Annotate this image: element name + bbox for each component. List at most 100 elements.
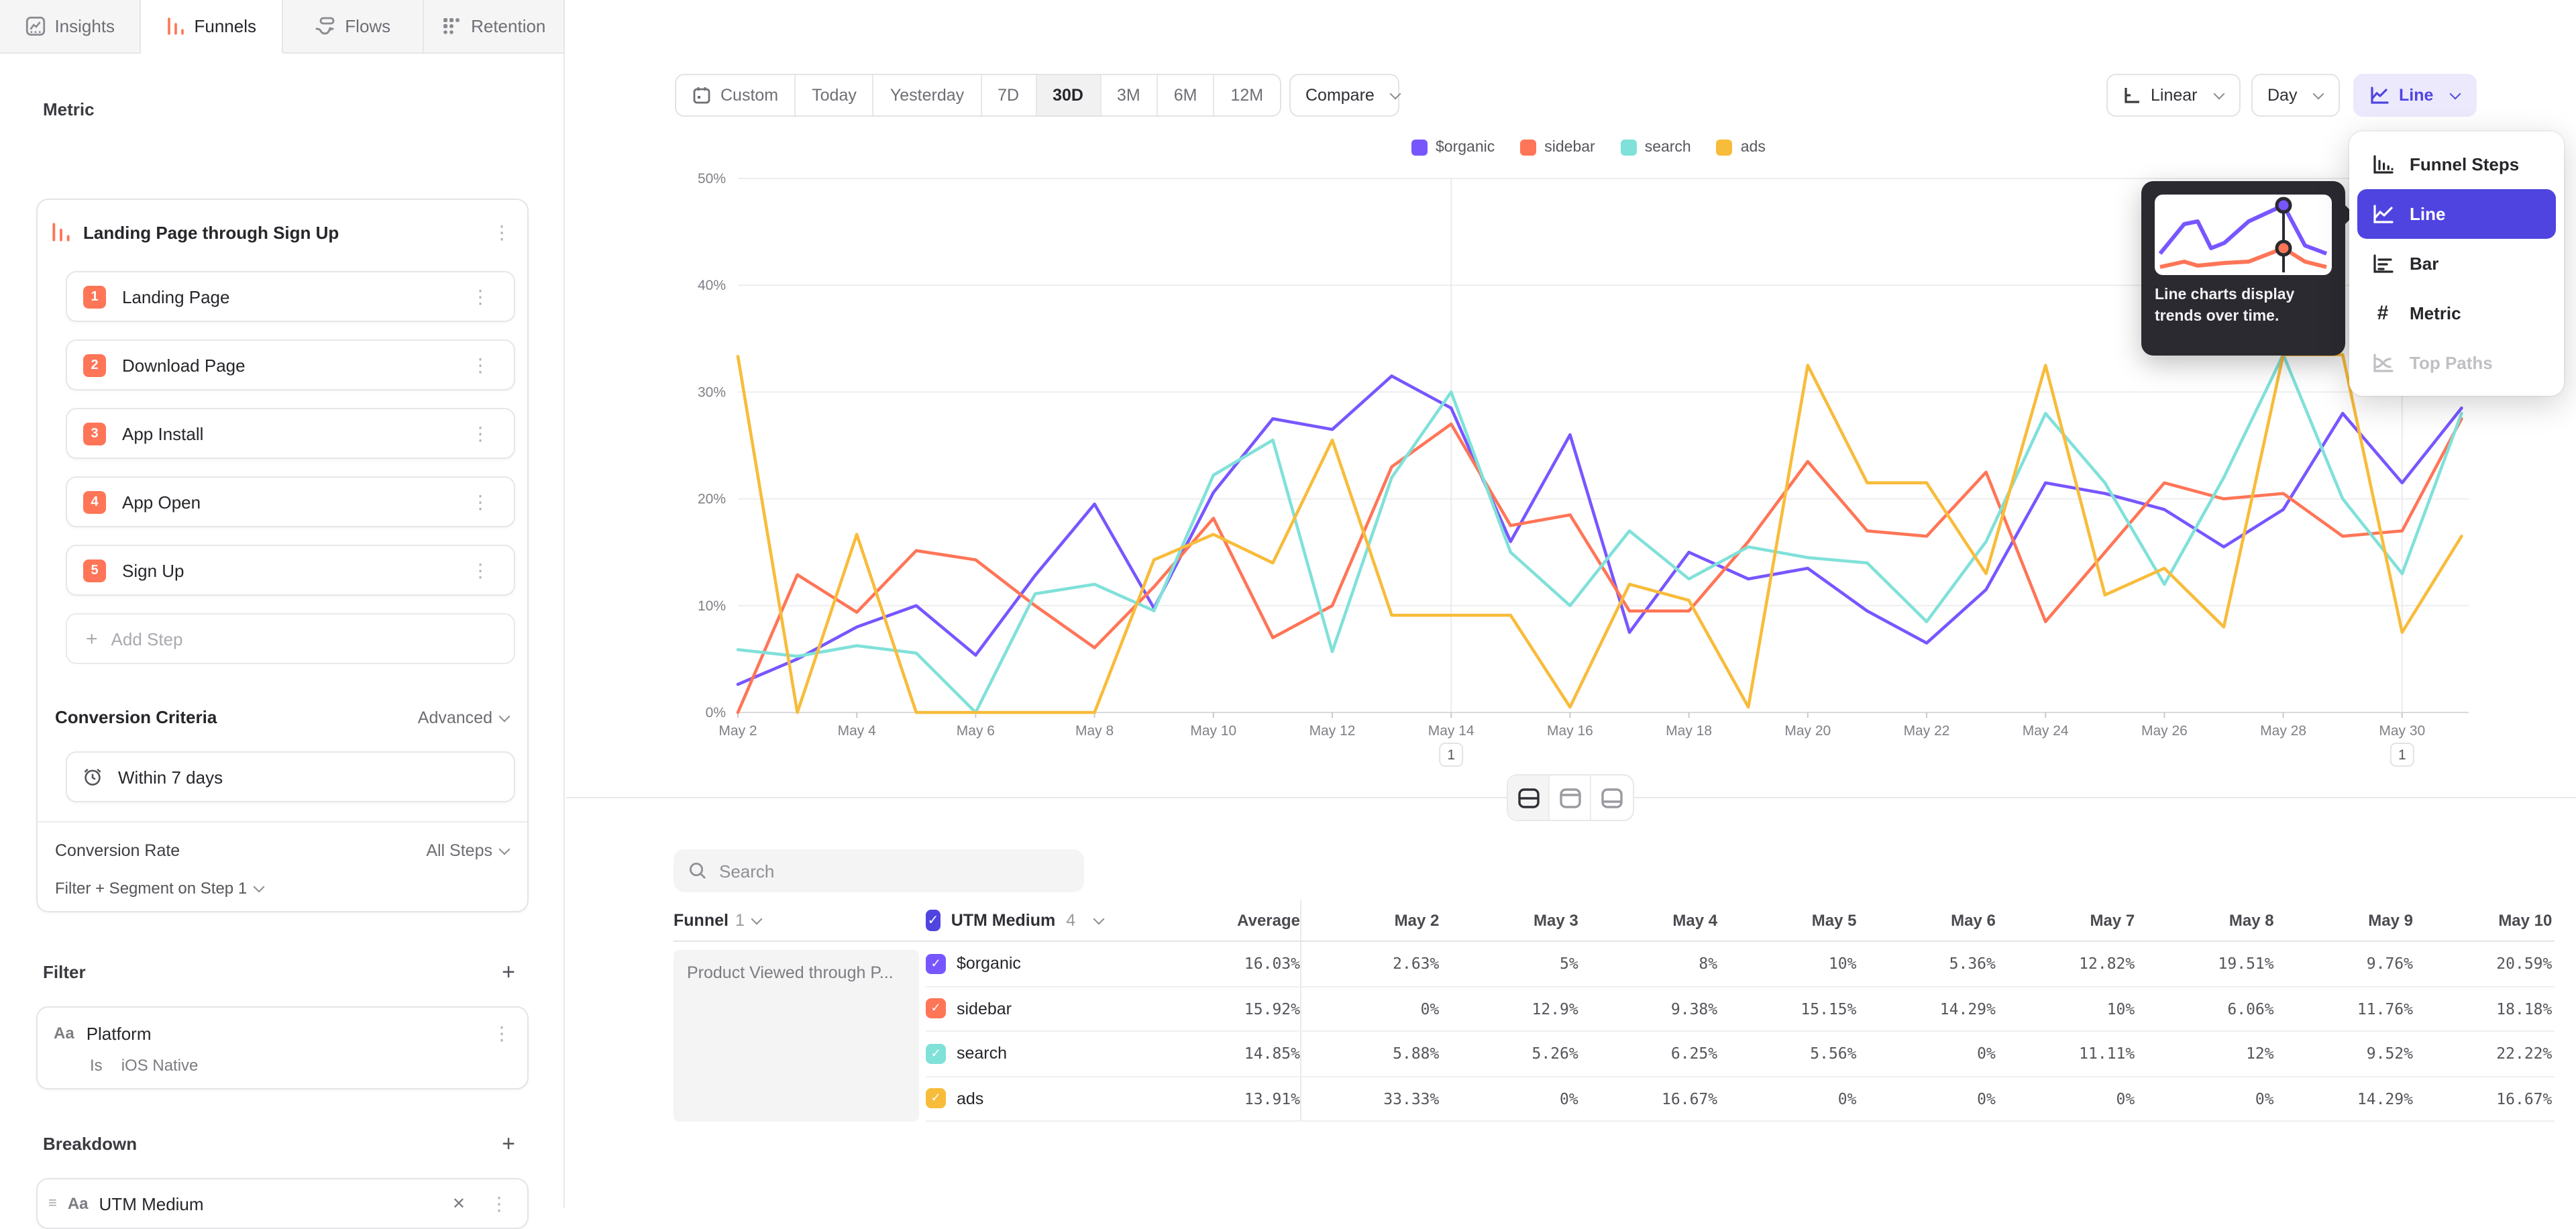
svg-text:May 30: May 30	[2379, 723, 2425, 739]
tab-flows[interactable]: Flows	[282, 0, 424, 54]
add-breakdown-button[interactable]: +	[502, 1132, 515, 1155]
column-header[interactable]: May 3	[1439, 911, 1578, 930]
table-row[interactable]: ✓search14.85%5.88%5.26%6.25%5.56%0%11.11…	[926, 1032, 2555, 1077]
advanced-dropdown[interactable]: Advanced	[418, 708, 510, 727]
remove-breakdown-icon[interactable]: ✕	[447, 1194, 471, 1213]
table-row[interactable]: ✓$organic16.03%2.63%5%8%10%5.36%12.82%19…	[926, 942, 2555, 987]
range-today[interactable]: Today	[796, 75, 874, 115]
column-header[interactable]: May 8	[2135, 911, 2273, 930]
menu-item-line[interactable]: Line	[2357, 189, 2556, 239]
add-filter-button[interactable]: +	[502, 961, 515, 983]
funnel-step-row[interactable]: 2Download Page⋮	[66, 339, 515, 390]
scale-button[interactable]: Linear	[2106, 74, 2241, 117]
row-checkbox[interactable]: ✓	[926, 1089, 946, 1109]
funnel-step-row[interactable]: 5Sign Up⋮	[66, 545, 515, 596]
range-yesterday[interactable]: Yesterday	[874, 75, 981, 115]
svg-text:May 6: May 6	[957, 723, 995, 739]
funnel-step-row[interactable]: 3App Install⋮	[66, 408, 515, 459]
menu-item-top-paths[interactable]: Top Paths	[2357, 338, 2556, 388]
view-chart-button[interactable]	[1550, 776, 1591, 820]
range-6m[interactable]: 6M	[1158, 75, 1215, 115]
tab-insights[interactable]: Insights	[0, 0, 142, 54]
value-cell: 13.91%	[1100, 1077, 1300, 1120]
value-cell: 22.22%	[2413, 1032, 2552, 1075]
chevron-down-icon	[1093, 914, 1100, 924]
menu-item-bar[interactable]: Bar	[2357, 239, 2556, 288]
filter-segment-dropdown[interactable]: Filter + Segment on Step 1	[55, 879, 264, 898]
breakdown-property[interactable]: UTM Medium	[99, 1193, 436, 1214]
funnel-step-row[interactable]: 4App Open⋮	[66, 476, 515, 527]
tab-funnels[interactable]: Funnels	[142, 0, 283, 54]
range-7d[interactable]: 7D	[981, 75, 1036, 115]
menu-item-metric[interactable]: # Metric	[2357, 288, 2556, 338]
column-header[interactable]: May 9	[2274, 911, 2413, 930]
step-kebab-icon[interactable]: ⋮	[463, 287, 498, 306]
metric-kebab-icon[interactable]: ⋮	[484, 223, 519, 242]
legend-item[interactable]: ads	[1717, 140, 1766, 156]
range-custom[interactable]: Custom	[676, 75, 796, 115]
drag-handle-icon[interactable]: ≡	[48, 1195, 57, 1212]
column-header[interactable]: Average	[1100, 911, 1300, 930]
search-input[interactable]	[719, 861, 1041, 881]
add-step-button[interactable]: +Add Step	[66, 613, 515, 664]
table-row[interactable]: ✓ads13.91%33.33%0%16.67%0%0%0%0%14.29%16…	[926, 1077, 2555, 1122]
funnel-steps-icon	[2371, 154, 2395, 175]
step-kebab-icon[interactable]: ⋮	[463, 492, 498, 511]
interval-button[interactable]: Day	[2251, 74, 2340, 117]
line-chart-icon	[2371, 203, 2395, 225]
series-name: sidebar	[957, 1000, 1100, 1018]
step-kebab-icon[interactable]: ⋮	[463, 561, 498, 580]
table-row[interactable]: ✓sidebar15.92%0%12.9%9.38%15.15%14.29%10…	[926, 987, 2555, 1032]
metric-heading: Metric	[43, 99, 95, 119]
chart-type-tooltip: Line charts display trends over time.	[2141, 181, 2345, 356]
compare-button[interactable]: Compare	[1289, 74, 1399, 117]
breakdown-column-header[interactable]: ✓ UTM Medium 4	[926, 910, 1100, 931]
svg-text:May 20: May 20	[1784, 723, 1831, 739]
column-header[interactable]: May 2	[1300, 900, 1439, 941]
filter-operator[interactable]: Is	[90, 1056, 103, 1075]
range-30d[interactable]: 30D	[1036, 75, 1101, 115]
filter-property[interactable]: Platform	[87, 1023, 472, 1043]
select-all-checkbox[interactable]: ✓	[926, 910, 941, 931]
step-kebab-icon[interactable]: ⋮	[463, 356, 498, 374]
funnel-name-cell[interactable]: Product Viewed through P...	[674, 950, 919, 1122]
row-checkbox[interactable]: ✓	[926, 954, 946, 974]
step-kebab-icon[interactable]: ⋮	[463, 424, 498, 443]
column-header[interactable]: May 6	[1857, 911, 1996, 930]
filter-kebab-icon[interactable]: ⋮	[484, 1024, 519, 1043]
chart-type-button[interactable]: Line	[2353, 74, 2476, 117]
legend-item[interactable]: sidebar	[1520, 140, 1595, 156]
conversion-window-label: Within 7 days	[118, 767, 223, 787]
menu-item-funnel-steps[interactable]: Funnel Steps	[2357, 140, 2556, 189]
column-header[interactable]: May 7	[1996, 911, 2135, 930]
table-body: Product Viewed through P... ✓$organic16.…	[674, 942, 2555, 1122]
legend-item[interactable]: search	[1621, 140, 1691, 156]
range-12m[interactable]: 12M	[1215, 75, 1280, 115]
row-checkbox[interactable]: ✓	[926, 999, 946, 1019]
all-steps-dropdown[interactable]: All Steps	[426, 841, 510, 860]
breakdown-kebab-icon[interactable]: ⋮	[482, 1194, 517, 1213]
breakdown-table: Funnel 1 ✓ UTM Medium 4 AverageMay 2May …	[674, 900, 2555, 1122]
value-cell: 14.29%	[1857, 987, 1996, 1030]
column-header[interactable]: May 10	[2413, 911, 2552, 930]
conversion-window[interactable]: Within 7 days	[66, 751, 515, 802]
card-divider	[38, 821, 527, 822]
column-header[interactable]: May 4	[1578, 911, 1717, 930]
value-cell: 9.38%	[1578, 987, 1717, 1030]
value-cell: 0%	[2135, 1077, 2273, 1120]
step-number-badge: 1	[83, 285, 106, 308]
tab-retention[interactable]: Retention	[424, 0, 566, 54]
filter-value[interactable]: iOS Native	[121, 1056, 199, 1075]
legend-item[interactable]: $organic	[1411, 140, 1495, 156]
step-label: Landing Page	[122, 286, 447, 307]
chevron-down-icon	[2313, 89, 2324, 99]
row-checkbox[interactable]: ✓	[926, 1044, 946, 1064]
column-header[interactable]: May 5	[1717, 911, 1856, 930]
view-table-button[interactable]	[1591, 776, 1633, 820]
value-cell: 14.29%	[2274, 1077, 2413, 1120]
metric-card: Landing Page through Sign Up ⋮ 1Landing …	[36, 199, 529, 912]
range-3m[interactable]: 3M	[1101, 75, 1158, 115]
view-split-button[interactable]	[1508, 776, 1550, 820]
funnel-column-header[interactable]: Funnel 1	[674, 911, 926, 930]
funnel-step-row[interactable]: 1 Landing Page ⋮	[66, 271, 515, 322]
